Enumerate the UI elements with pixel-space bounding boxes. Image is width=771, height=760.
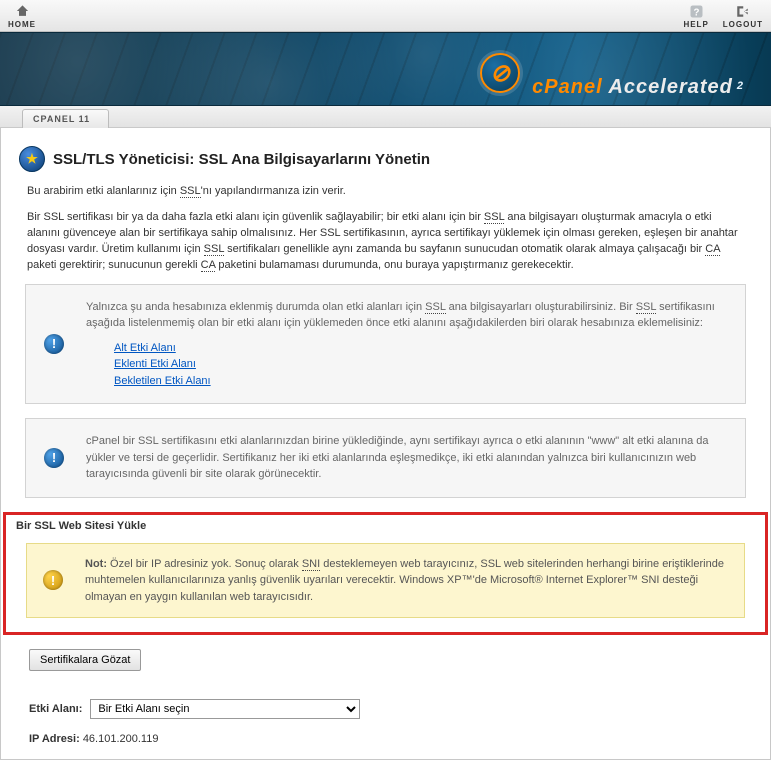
ip-row: IP Adresi: 46.101.200.119 — [29, 733, 750, 745]
domain-row: Etki Alanı: Bir Etki Alanı seçin — [29, 699, 750, 719]
intro-p1: Bu arabirim etki alanlarınız için SSL'nı… — [19, 184, 752, 200]
ip-value: 46.101.200.119 — [83, 733, 159, 745]
info-box-www: ! cPanel bir SSL sertifikasını etki alan… — [25, 418, 746, 498]
info1-text: Yalnızca şu anda hesabınıza eklenmiş dur… — [86, 299, 725, 332]
ssl-shield-icon: ★ — [19, 146, 45, 172]
help-link[interactable]: ? HELP — [683, 3, 708, 29]
page-inner: ★ SSL/TLS Yöneticisi: SSL Ana Bilgisayar… — [1, 128, 770, 498]
link-parked-domain[interactable]: Bekletilen Etki Alanı — [114, 373, 725, 390]
topbar: HOME ? HELP LOGOUT — [0, 0, 771, 32]
topbar-right: ? HELP LOGOUT — [683, 3, 763, 29]
form-area: Sertifikalara Gözat Etki Alanı: Bir Etki… — [1, 649, 770, 745]
intro-p1a: Bu arabirim etki alanlarınız için — [27, 185, 180, 197]
install-ssl-heading: Bir SSL Web Sitesi Yükle — [6, 515, 765, 537]
abbr-ssl-3: SSL — [204, 243, 224, 256]
logout-link[interactable]: LOGOUT — [723, 3, 763, 29]
warning-icon: ! — [43, 570, 63, 590]
intro-p2d: paketi gerektirir; sunucunun gerekli — [27, 259, 201, 271]
intro-p2c: sertifikaları genellikle aynı zamanda bu… — [224, 243, 705, 255]
sni-warning-text: Not: Özel bir IP adresiniz yok. Sonuç ol… — [85, 556, 724, 606]
abbr-ssl: SSL — [180, 185, 201, 198]
sni-warning: ! Not: Özel bir IP adresiniz yok. Sonuç … — [26, 543, 745, 619]
install-ssl-section: Bir SSL Web Sitesi Yükle ! Not: Özel bir… — [3, 512, 768, 636]
home-link[interactable]: HOME — [8, 3, 36, 29]
topbar-left: HOME — [8, 3, 36, 29]
info-icon: ! — [44, 448, 64, 468]
link-subdomain[interactable]: Alt Etki Alanı — [114, 340, 725, 357]
domain-select[interactable]: Bir Etki Alanı seçin — [90, 699, 360, 719]
page: ★ SSL/TLS Yöneticisi: SSL Ana Bilgisayar… — [0, 128, 771, 760]
intro-p2e: paketini bulamaması durumunda, onu buray… — [215, 259, 573, 271]
brand-name-2: Accelerated — [608, 76, 732, 98]
home-icon — [14, 3, 30, 19]
info1-a: Yalnızca şu anda hesabınıza eklenmiş dur… — [86, 301, 425, 313]
domain-label: Etki Alanı: — [29, 703, 82, 715]
intro-p2: Bir SSL sertifikası bir ya da daha fazla… — [19, 210, 752, 274]
info-box-domains: ! Yalnızca şu anda hesabınıza eklenmiş d… — [25, 284, 746, 405]
help-icon: ? — [688, 3, 704, 19]
abbr-ca-1: CA — [705, 243, 720, 256]
abbr-sni: SNI — [302, 558, 320, 571]
logout-label: LOGOUT — [723, 20, 763, 29]
intro-p2a: Bir SSL sertifikası bir ya da daha fazla… — [27, 211, 484, 223]
heading-row: ★ SSL/TLS Yöneticisi: SSL Ana Bilgisayar… — [19, 146, 752, 172]
link-addon-domain[interactable]: Eklenti Etki Alanı — [114, 356, 725, 373]
tabstrip: CPANEL 11 — [0, 106, 771, 128]
banner: ⊘ cPanel Accelerated 2 — [0, 32, 771, 106]
abbr-ssl-2: SSL — [484, 211, 504, 224]
abbr-ca-2: CA — [201, 259, 216, 272]
ip-label: IP Adresi: — [29, 733, 80, 745]
info2-text: cPanel bir SSL sertifikasını etki alanla… — [86, 433, 725, 483]
abbr-ssl-i1: SSL — [425, 301, 445, 314]
info1-b: ana bilgisayarları oluşturabilirsiniz. B… — [446, 301, 636, 313]
svg-text:?: ? — [693, 7, 699, 18]
brand-name-1: cPanel — [532, 76, 602, 98]
note-label: Not: — [85, 558, 107, 570]
browse-certs-button[interactable]: Sertifikalara Gözat — [29, 649, 141, 671]
warn-a: Özel bir IP adresiniz yok. Sonuç olarak — [107, 558, 302, 570]
help-label: HELP — [683, 20, 708, 29]
intro-p1b: 'nı yapılandırmanıza izin verir. — [201, 185, 346, 197]
abbr-ssl-i2: SSL — [636, 301, 656, 314]
brand: ⊘ cPanel Accelerated 2 — [480, 53, 743, 99]
brand-sub: 2 — [737, 80, 743, 92]
brand-logo-icon: ⊘ — [480, 53, 520, 93]
page-title: SSL/TLS Yöneticisi: SSL Ana Bilgisayarla… — [53, 151, 430, 168]
logout-icon — [735, 3, 751, 19]
info-icon: ! — [44, 334, 64, 354]
home-label: HOME — [8, 20, 36, 29]
tab-cpanel11[interactable]: CPANEL 11 — [22, 109, 109, 128]
